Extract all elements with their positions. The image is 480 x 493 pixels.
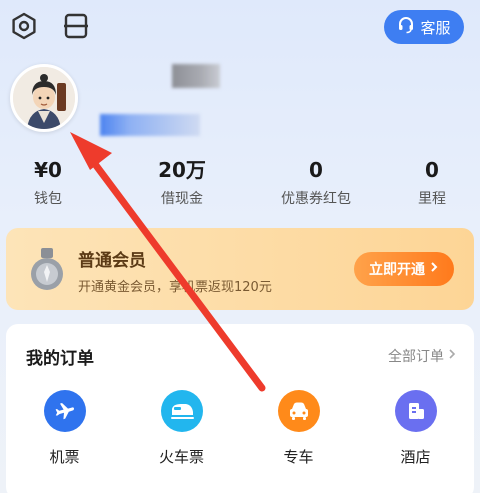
- stat-value: 0: [309, 158, 323, 182]
- customer-service-button[interactable]: 客服: [384, 10, 464, 44]
- plane-icon: [43, 390, 86, 432]
- stat-coupons[interactable]: 0 优惠券红包: [256, 156, 376, 208]
- order-car[interactable]: 专车: [240, 390, 357, 467]
- customer-service-label: 客服: [420, 18, 451, 37]
- order-label: 专车: [283, 448, 314, 466]
- orders-card: 我的订单 全部订单 机票 火车票 专车 酒店: [6, 324, 474, 493]
- order-label: 机票: [49, 448, 80, 466]
- stats-row: ¥0 钱包 20万 借现金 0 优惠券红包 0 里程: [0, 156, 480, 216]
- stat-value: ¥0: [34, 158, 62, 182]
- member-subtitle: 开通黄金会员，享机票返现120元: [78, 280, 272, 295]
- orders-title: 我的订单: [26, 349, 94, 369]
- hotel-icon: [394, 390, 437, 432]
- order-flight[interactable]: 机票: [6, 390, 123, 467]
- member-title: 普通会员: [78, 251, 146, 271]
- stat-wallet[interactable]: ¥0 钱包: [0, 156, 108, 208]
- stat-cash-loan[interactable]: 20万 借现金: [122, 156, 242, 208]
- scan-icon[interactable]: [60, 10, 92, 42]
- open-membership-label: 立即开通: [369, 262, 425, 278]
- chevron-right-icon: [448, 348, 456, 364]
- order-hotel[interactable]: 酒店: [357, 390, 474, 467]
- order-label: 酒店: [400, 448, 431, 466]
- stat-miles[interactable]: 0 里程: [372, 156, 480, 208]
- stat-label: 优惠券红包: [281, 191, 351, 207]
- open-membership-button[interactable]: 立即开通: [354, 252, 454, 286]
- stat-label: 借现金: [161, 191, 203, 207]
- member-badge-icon: [28, 246, 66, 296]
- car-icon: [277, 390, 320, 432]
- top-bar: 客服: [0, 0, 480, 56]
- membership-card[interactable]: 普通会员 开通黄金会员，享机票返现120元 立即开通: [6, 228, 474, 310]
- all-orders-link[interactable]: 全部订单: [388, 346, 456, 366]
- settings-icon[interactable]: [8, 10, 40, 42]
- stat-value: 0: [425, 158, 439, 182]
- avatar[interactable]: [10, 64, 78, 132]
- chevron-right-icon: [429, 261, 439, 277]
- stat-value: 20万: [158, 158, 206, 182]
- order-label: 火车票: [158, 448, 204, 466]
- user-id-masked: [100, 114, 200, 136]
- stat-label: 里程: [418, 191, 446, 207]
- train-icon: [160, 390, 203, 432]
- headset-icon: [397, 16, 415, 38]
- order-train[interactable]: 火车票: [123, 390, 240, 467]
- stat-label: 钱包: [34, 191, 62, 207]
- all-orders-label: 全部订单: [388, 349, 444, 365]
- username-masked: [172, 64, 220, 88]
